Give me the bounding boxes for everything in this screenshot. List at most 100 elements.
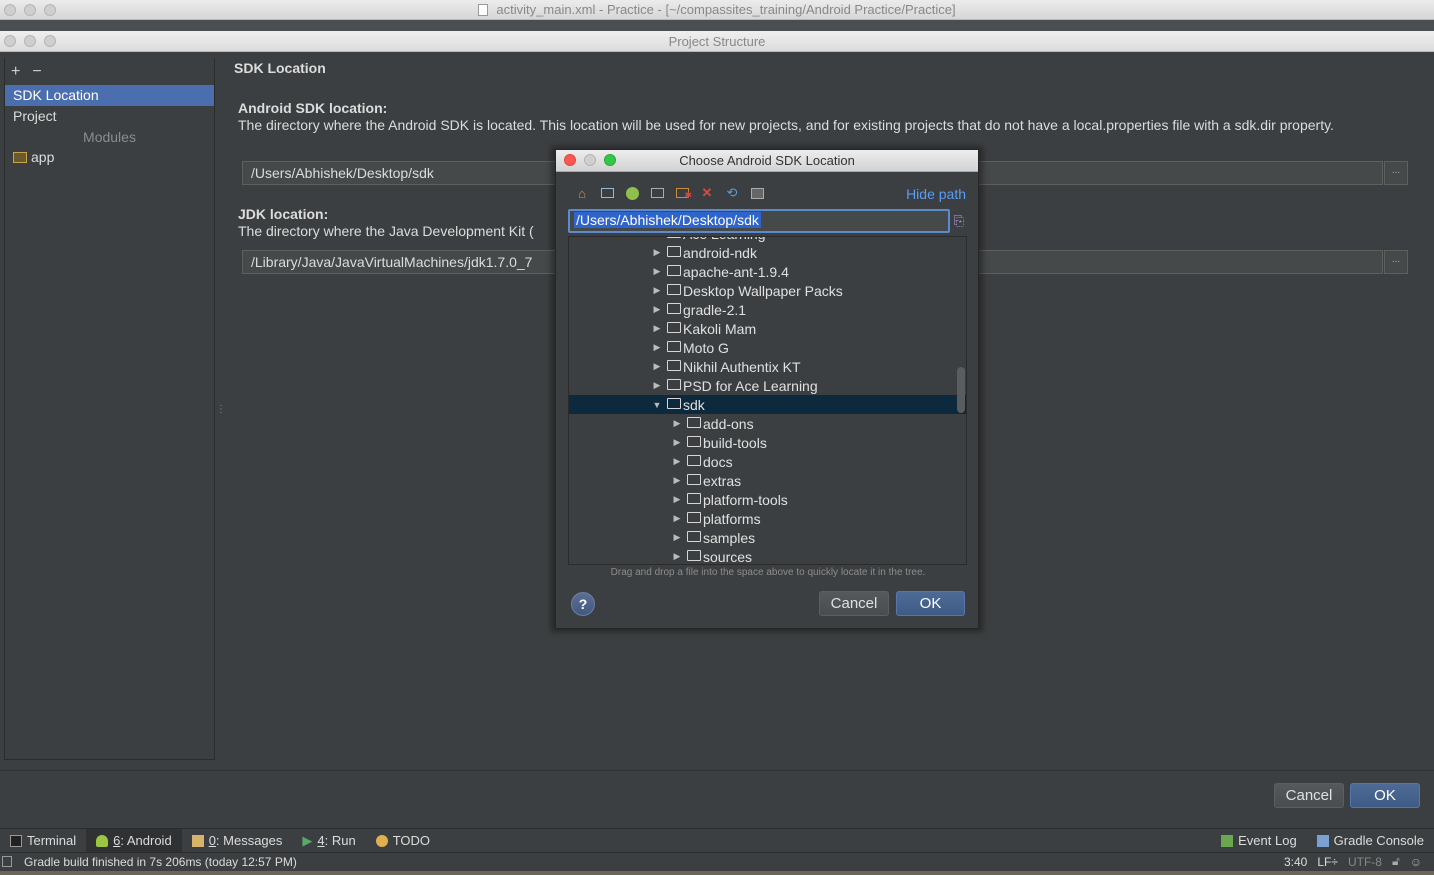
folder-icon[interactable] (649, 185, 665, 201)
tree-row[interactable]: ▶ sources (569, 547, 966, 565)
dialog-cancel-button[interactable]: Cancel (819, 591, 889, 616)
tool-window-android[interactable]: 6: Android (86, 828, 182, 853)
path-input-value: /Users/Abhishek/Desktop/sdk (574, 212, 761, 228)
tool-window-todo[interactable]: TODO (366, 829, 440, 853)
folder-icon (687, 531, 701, 542)
tree-row[interactable]: ▼ sdk (569, 395, 966, 414)
tree-row-label: add-ons (703, 415, 754, 432)
expand-arrow-icon[interactable]: ▶ (649, 285, 665, 296)
expand-arrow-icon[interactable]: ▶ (649, 237, 665, 239)
close-icon[interactable] (4, 35, 16, 47)
tool-window-terminal[interactable]: Terminal (0, 829, 86, 853)
jdk-browse-button[interactable]: ... (1384, 250, 1408, 274)
collapse-arrow-icon[interactable]: ▼ (649, 400, 665, 410)
minimize-icon[interactable] (24, 35, 36, 47)
tree-row[interactable]: ▶ extras (569, 471, 966, 490)
project-structure-window-controls[interactable] (4, 35, 56, 47)
expand-arrow-icon[interactable]: ▶ (649, 380, 665, 391)
sidebar-item-sdk-location[interactable]: SDK Location (5, 85, 214, 106)
tool-window-messages[interactable]: 0: Messages (182, 829, 293, 853)
tree-row[interactable]: ▶ apache-ant-1.9.4 (569, 262, 966, 281)
status-message: Gradle build finished in 7s 206ms (today… (24, 855, 297, 869)
maximize-icon[interactable] (44, 4, 56, 16)
tree-row[interactable]: ▶ android-ndk (569, 243, 966, 262)
folder-icon (687, 436, 701, 447)
cancel-button[interactable]: Cancel (1274, 783, 1344, 808)
section-title: SDK Location (234, 60, 326, 76)
terminal-icon (10, 834, 22, 847)
desktop-icon[interactable] (599, 185, 615, 201)
android-icon[interactable] (624, 185, 640, 201)
sidebar-item-app[interactable]: app (5, 147, 214, 167)
tool-window-terminal-label: Terminal (27, 833, 77, 848)
tree-row[interactable]: ▶ add-ons (569, 414, 966, 433)
expand-arrow-icon[interactable]: ▶ (669, 437, 685, 448)
tree-row[interactable]: ▶ samples (569, 528, 966, 547)
tree-row[interactable]: ▶ PSD for Ace Learning (569, 376, 966, 395)
tool-window-run[interactable]: ▶ 4: Run (292, 829, 365, 853)
dialog-window-controls[interactable] (564, 154, 616, 166)
expand-arrow-icon[interactable]: ▶ (649, 266, 665, 277)
tree-row[interactable]: ▶ gradle-2.1 (569, 300, 966, 319)
caret-position[interactable]: 3:40 (1284, 855, 1307, 869)
expand-arrow-icon[interactable]: ▶ (669, 532, 685, 543)
android-icon (96, 834, 109, 847)
expand-arrow-icon[interactable]: ▶ (669, 475, 685, 486)
close-icon[interactable] (564, 154, 576, 166)
refresh-icon[interactable]: ⟲ (724, 185, 740, 201)
show-hidden-icon[interactable] (749, 185, 765, 201)
tree-row[interactable]: ▶ build-tools (569, 433, 966, 452)
minimize-icon[interactable] (584, 154, 596, 166)
folder-icon (687, 550, 701, 561)
sidebar-item-app-label: app (31, 149, 55, 165)
file-tree[interactable]: ▶ Ace Learning ▶ android-ndk ▶ apache-ant-1.9… (568, 236, 967, 565)
new-folder-icon[interactable]: ✱ (674, 185, 692, 201)
close-icon[interactable] (4, 4, 16, 16)
tree-row[interactable]: ▶ Kakoli Mam (569, 319, 966, 338)
tree-row[interactable]: ▶ platform-tools (569, 490, 966, 509)
folder-icon (667, 341, 681, 352)
expand-arrow-icon[interactable]: ▶ (649, 247, 665, 258)
tree-row[interactable]: ▶ platforms (569, 509, 966, 528)
delete-icon[interactable]: ✕ (699, 185, 715, 201)
expand-arrow-icon[interactable]: ▶ (649, 342, 665, 353)
expand-arrow-icon[interactable]: ▶ (669, 418, 685, 429)
tree-row[interactable]: ▶ Ace Learning (569, 237, 966, 243)
maximize-icon[interactable] (604, 154, 616, 166)
ide-window-controls[interactable] (4, 4, 56, 16)
tree-row[interactable]: ▶ Desktop Wallpaper Packs (569, 281, 966, 300)
tool-window-event-log[interactable]: Event Log (1211, 829, 1307, 853)
tree-scrollbar[interactable] (957, 367, 965, 413)
tree-row[interactable]: ▶ Moto G (569, 338, 966, 357)
ok-button[interactable]: OK (1350, 783, 1420, 808)
expand-arrow-icon[interactable]: ▶ (649, 304, 665, 315)
expand-arrow-icon[interactable]: ▶ (669, 551, 685, 562)
expand-arrow-icon[interactable]: ▶ (669, 456, 685, 467)
expand-arrow-icon[interactable]: ▶ (649, 323, 665, 334)
file-encoding[interactable]: UTF-8 (1348, 855, 1382, 869)
expand-arrow-icon[interactable]: ▶ (669, 494, 685, 505)
android-sdk-browse-button[interactable]: ... (1384, 161, 1408, 185)
lock-icon[interactable]: 🔓︎ (1392, 854, 1400, 869)
hide-path-link[interactable]: Hide path (906, 186, 966, 202)
sidebar-item-project[interactable]: Project (5, 106, 214, 127)
path-history-icon[interactable]: ⎘ (954, 213, 964, 229)
tree-row-label: gradle-2.1 (683, 301, 747, 318)
help-button[interactable]: ? (571, 592, 595, 616)
expand-arrow-icon[interactable]: ▶ (669, 513, 685, 524)
line-separator[interactable]: LF÷ (1317, 855, 1338, 869)
add-button[interactable]: + (11, 63, 20, 81)
status-bar: Gradle build finished in 7s 206ms (today… (0, 852, 1434, 871)
status-toggle-icon[interactable] (2, 856, 12, 867)
dialog-ok-button[interactable]: OK (896, 591, 965, 616)
tool-window-gradle-console[interactable]: Gradle Console (1307, 829, 1434, 853)
minimize-icon[interactable] (24, 4, 36, 16)
remove-button[interactable]: − (32, 63, 41, 81)
tree-row[interactable]: ▶ docs (569, 452, 966, 471)
inspector-icon[interactable]: ☺︎ (1410, 855, 1422, 869)
tree-row[interactable]: ▶ Nikhil Authentix KT (569, 357, 966, 376)
expand-arrow-icon[interactable]: ▶ (649, 361, 665, 372)
path-input[interactable]: /Users/Abhishek/Desktop/sdk (568, 209, 950, 233)
maximize-icon[interactable] (44, 35, 56, 47)
home-icon[interactable]: ⌂ (574, 185, 590, 201)
